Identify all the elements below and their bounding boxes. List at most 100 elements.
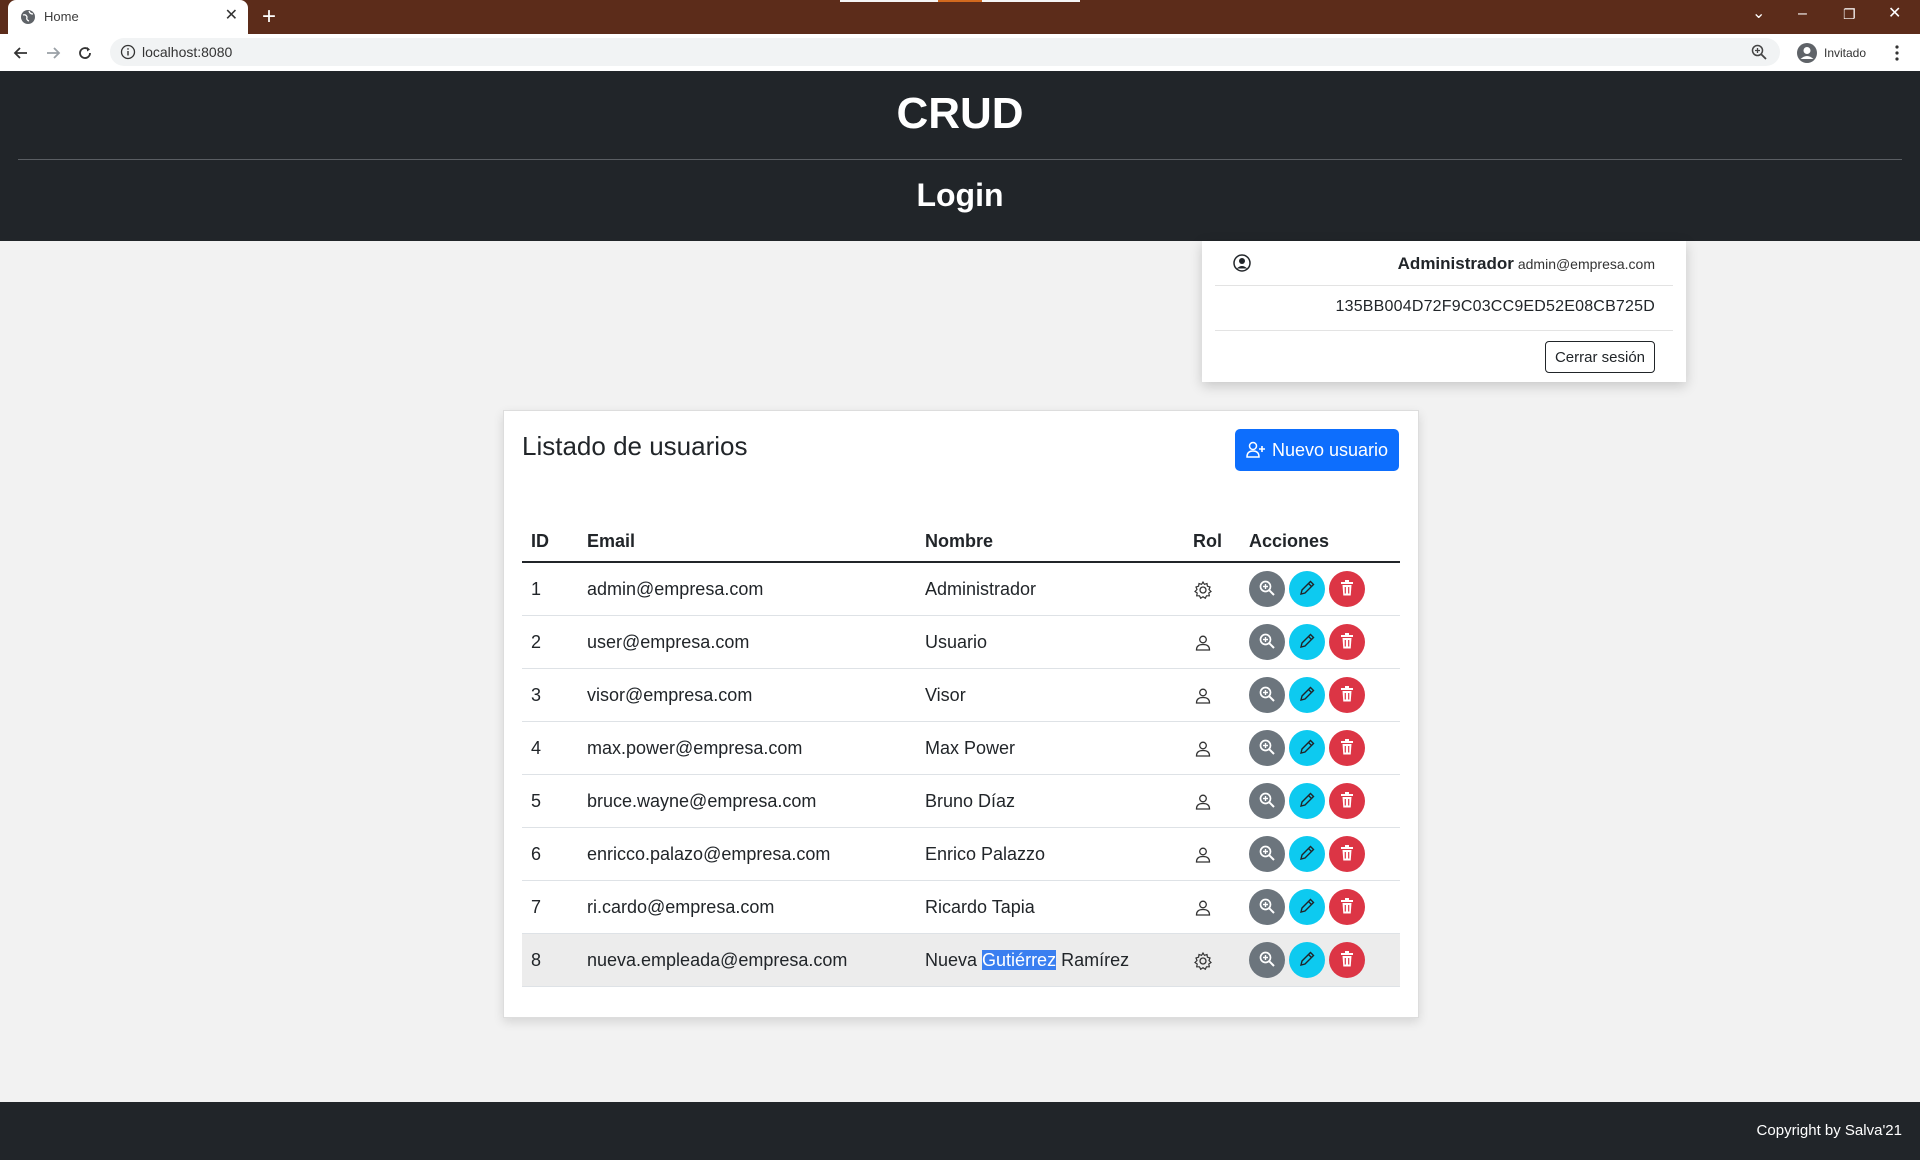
user-name: Usuario [925, 631, 988, 652]
page-footer: Copyright by Salva'21 [0, 1102, 1920, 1160]
user-actions-cell [1240, 774, 1400, 828]
user-email-cell: bruce.wayne@empresa.com [578, 774, 916, 828]
users-card: Listado de usuarios Nuevo usuario ID Ema… [503, 410, 1419, 1018]
pencil-icon [1298, 844, 1316, 865]
forward-icon[interactable] [42, 42, 64, 64]
delete-user-button[interactable] [1329, 942, 1365, 978]
reload-icon[interactable] [74, 42, 96, 64]
user-email-cell: user@empresa.com [578, 615, 916, 669]
edit-user-button[interactable] [1289, 783, 1325, 819]
user-email-cell: ri.cardo@empresa.com [578, 880, 916, 934]
browser-menu-icon[interactable] [1894, 43, 1900, 63]
view-user-button[interactable] [1249, 783, 1285, 819]
delete-user-button[interactable] [1329, 571, 1365, 607]
user-actions-cell [1240, 933, 1400, 987]
tab-search-icon[interactable]: ⌄ [1752, 4, 1765, 24]
pencil-icon [1298, 685, 1316, 706]
table-row: 4 max.power@empresa.com Max Power [522, 721, 1400, 775]
view-user-button[interactable] [1249, 730, 1285, 766]
view-user-button[interactable] [1249, 624, 1285, 660]
user-role-cell [1184, 615, 1240, 669]
edit-user-button[interactable] [1289, 624, 1325, 660]
view-user-button[interactable] [1249, 889, 1285, 925]
profile-button[interactable]: Invitado [1796, 40, 1866, 66]
trash-icon [1339, 632, 1355, 653]
user-id-cell: 8 [522, 933, 578, 987]
view-user-button[interactable] [1249, 677, 1285, 713]
user-name: Administrador [925, 578, 1037, 599]
view-user-button[interactable] [1249, 571, 1285, 607]
user-name-cell: Ricardo Tapia [916, 880, 1184, 934]
delete-user-button[interactable] [1329, 677, 1365, 713]
user-name-cell: Visor [916, 668, 1184, 722]
minimize-icon[interactable]: – [1798, 4, 1807, 24]
users-table-body: 1 admin@empresa.com Administrador 2 user@emp… [522, 562, 1400, 987]
user-id-cell: 5 [522, 774, 578, 828]
column-header-actions: Acciones [1240, 521, 1400, 563]
close-tab-icon[interactable]: ✕ [225, 7, 238, 25]
delete-user-button[interactable] [1329, 783, 1365, 819]
new-user-button[interactable]: Nuevo usuario [1235, 429, 1399, 471]
page-subtitle: Login [916, 177, 1004, 213]
zoom-in-icon [1258, 685, 1276, 706]
delete-user-button[interactable] [1329, 624, 1365, 660]
pencil-icon [1298, 738, 1316, 759]
user-actions-cell [1240, 827, 1400, 881]
restore-icon[interactable]: ❐ [1843, 4, 1856, 24]
close-window-icon[interactable]: ✕ [1888, 4, 1901, 24]
user-role-cell [1184, 880, 1240, 934]
delete-user-button[interactable] [1329, 836, 1365, 872]
user-info-row: Administrador admin@empresa.com [1215, 241, 1673, 286]
user-identity: Administrador admin@empresa.com [1398, 254, 1655, 274]
pencil-icon [1298, 632, 1316, 653]
pencil-icon [1298, 950, 1316, 971]
person-plus-icon [1246, 441, 1265, 458]
user-email: admin@empresa.com [1517, 256, 1655, 272]
table-row: 6 enricco.palazo@empresa.com Enrico Palazz… [522, 827, 1400, 881]
user-id-cell: 1 [522, 562, 578, 616]
view-user-button[interactable] [1249, 836, 1285, 872]
column-header-id: ID [522, 521, 578, 563]
edit-user-button[interactable] [1289, 942, 1325, 978]
gear-icon [1193, 949, 1213, 970]
new-tab-icon[interactable]: + [262, 4, 276, 30]
tab-strip-indicator-accent [938, 0, 982, 2]
edit-user-button[interactable] [1289, 730, 1325, 766]
back-icon[interactable] [10, 42, 32, 64]
table-row: 7 ri.cardo@empresa.com Ricardo Tapia [522, 880, 1400, 934]
user-name-cell: Enrico Palazzo [916, 827, 1184, 881]
browser-tab-bar: Home ✕ + ⌄ – ❐ ✕ [0, 0, 1920, 34]
zoom-icon[interactable] [1750, 43, 1768, 61]
trash-icon [1339, 685, 1355, 706]
user-name: Bruno Díaz [925, 790, 1016, 811]
user-actions-cell [1240, 668, 1400, 722]
zoom-in-icon [1258, 632, 1276, 653]
logout-button[interactable]: Cerrar sesión [1544, 341, 1655, 373]
users-list-title: Listado de usuarios [522, 431, 748, 461]
edit-user-button[interactable] [1289, 677, 1325, 713]
tab-strip-indicator [840, 0, 938, 2]
trash-icon [1339, 897, 1355, 918]
view-user-button[interactable] [1249, 942, 1285, 978]
user-role-cell [1184, 562, 1240, 616]
tab-strip-indicator [982, 0, 1080, 2]
address-bar[interactable]: localhost:8080 [110, 38, 1780, 66]
user-name-cell: Administrador [916, 562, 1184, 616]
user-id-cell: 2 [522, 615, 578, 669]
info-icon[interactable] [120, 44, 136, 60]
url-text: localhost:8080 [142, 44, 233, 60]
edit-user-button[interactable] [1289, 836, 1325, 872]
user-id-cell: 3 [522, 668, 578, 722]
edit-user-button[interactable] [1289, 889, 1325, 925]
user-email-cell: max.power@empresa.com [578, 721, 916, 775]
user-name-cell: Bruno Díaz [916, 774, 1184, 828]
trash-icon [1339, 579, 1355, 600]
user-email-cell: nueva.empleada@empresa.com [578, 933, 916, 987]
browser-tab-home[interactable]: Home ✕ [8, 0, 248, 34]
delete-user-button[interactable] [1329, 889, 1365, 925]
user-actions-cell [1240, 880, 1400, 934]
delete-user-button[interactable] [1329, 730, 1365, 766]
user-role-cell [1184, 827, 1240, 881]
user-token-row: 135BB004D72F9C03CC9ED52E08CB725D [1215, 286, 1673, 331]
edit-user-button[interactable] [1289, 571, 1325, 607]
